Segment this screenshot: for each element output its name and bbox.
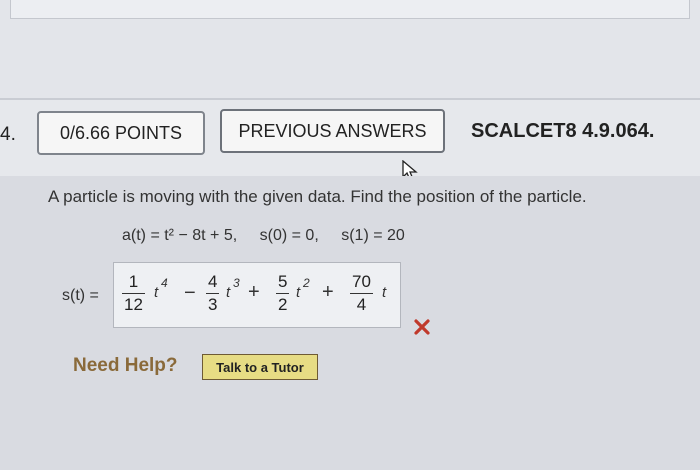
term-2-exponent: 3 <box>233 276 240 290</box>
given-acceleration: a(t) = t² − 8t + 5, <box>122 227 238 244</box>
term-1-variable: t <box>154 284 159 301</box>
previous-answers-button[interactable]: PREVIOUS ANSWERS <box>220 109 445 153</box>
term-1-numerator: 1 <box>128 272 139 291</box>
term-4-variable: t <box>382 284 387 301</box>
question-prompt: A particle is moving with the given data… <box>48 187 587 206</box>
talk-to-tutor-button[interactable]: Talk to a Tutor <box>202 354 318 380</box>
need-help-label: Need Help? <box>73 355 178 376</box>
term-4-denominator: 4 <box>356 295 367 314</box>
term-1-denominator: 12 <box>124 295 143 314</box>
term-3-numerator: 5 <box>278 272 288 291</box>
previous-question-box <box>10 0 690 19</box>
given-data: a(t) = t² − 8t + 5, s(0) = 0, s(1) = 20 <box>122 227 423 245</box>
given-initial-position: s(0) = 0, <box>259 227 319 244</box>
fraction-bar <box>276 293 290 294</box>
points-button[interactable]: 0/6.66 POINTS <box>37 111 205 155</box>
top-band <box>0 0 700 98</box>
question-number: 4. <box>0 124 16 145</box>
fraction-bar <box>122 293 145 294</box>
fraction-bar <box>350 293 373 294</box>
term-2-variable: t <box>226 284 231 301</box>
operator-2: + <box>248 281 260 303</box>
term-2-denominator: 3 <box>208 295 218 314</box>
term-4-numerator: 70 <box>352 272 371 291</box>
term-3-fraction: 5 2 <box>276 272 290 315</box>
term-2-fraction: 4 3 <box>206 272 220 315</box>
term-3-denominator: 2 <box>278 295 288 314</box>
term-3-variable: t <box>296 284 301 301</box>
answer-input[interactable]: 1 12 t 4 − 4 3 t 3 + 5 2 t 2 + 70 4 t <box>113 262 401 328</box>
term-4-fraction: 70 4 <box>350 272 373 315</box>
term-2-numerator: 4 <box>208 272 218 291</box>
term-3-exponent: 2 <box>303 276 310 290</box>
term-1-exponent: 4 <box>161 276 168 290</box>
term-1-fraction: 1 12 <box>122 272 145 315</box>
operator-3: + <box>322 281 334 303</box>
fraction-bar <box>206 293 220 294</box>
operator-1: − <box>184 282 196 304</box>
question-code: SCALCET8 4.9.064. <box>471 120 655 142</box>
given-position-at-1: s(1) = 20 <box>341 227 405 244</box>
incorrect-x-icon <box>414 319 430 335</box>
answer-label: s(t) = <box>62 287 99 304</box>
